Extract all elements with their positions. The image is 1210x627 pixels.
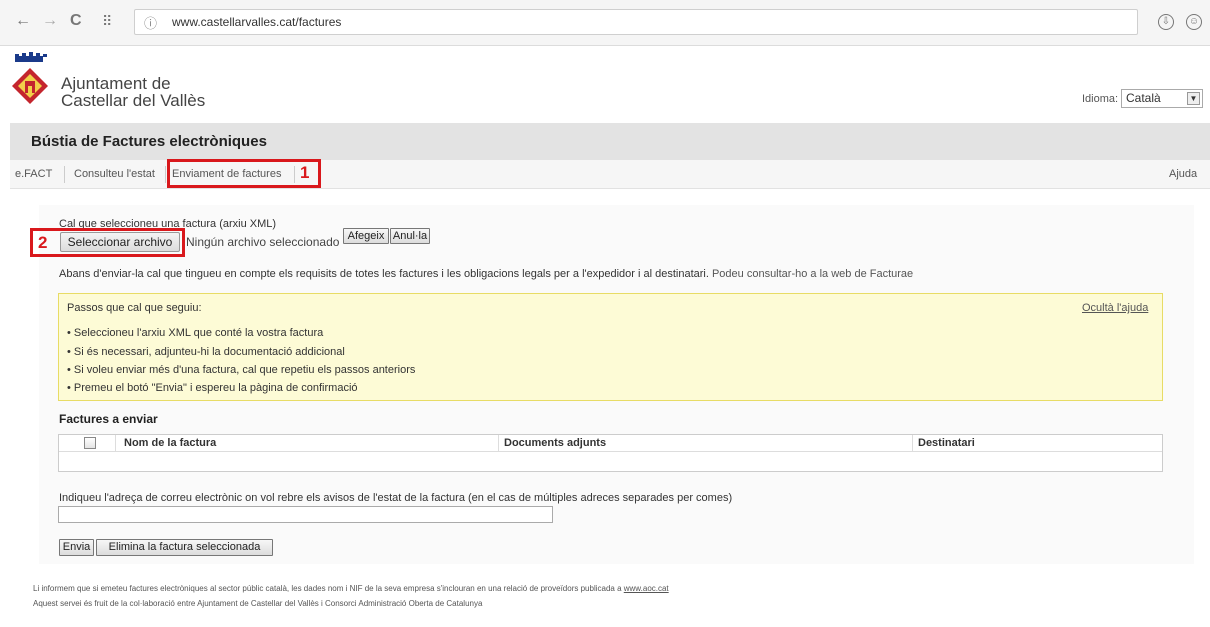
step-marker-2: 2 — [38, 233, 48, 252]
footer-line2: Aquest servei és fruit de la col·laborac… — [33, 599, 483, 608]
column-divider — [498, 435, 499, 452]
invoices-section-title: Factures a enviar — [59, 412, 158, 426]
tab-divider — [64, 166, 65, 183]
help-item: • Si voleu enviar més d'una factura, cal… — [67, 364, 416, 376]
tab-efact[interactable]: e.FACT — [15, 168, 52, 180]
language-label: Idioma: — [1082, 93, 1119, 105]
url-text: www.castellarvalles.cat/factures — [172, 15, 342, 29]
column-divider — [115, 435, 116, 452]
cancel-button[interactable]: Anul·la — [390, 228, 430, 244]
select-all-checkbox[interactable] — [84, 437, 96, 449]
download-icon[interactable]: ⇩ — [1158, 14, 1174, 30]
highlight-box-1 — [167, 159, 321, 188]
org-name-line2: Castellar del Vallès — [61, 91, 206, 110]
notice-body: Abans d'enviar-la cal que tingueu en com… — [59, 268, 709, 280]
add-button[interactable]: Afegeix — [343, 228, 389, 244]
tab-consulteu-estat[interactable]: Consulteu l'estat — [74, 168, 155, 180]
aoc-link[interactable]: www.aoc.cat — [624, 584, 669, 593]
facturae-link[interactable]: Podeu consultar-ho a la web de Facturae — [712, 268, 913, 280]
help-item: • Seleccioneu l'arxiu XML que conté la v… — [67, 327, 324, 339]
municipal-crest-icon — [12, 52, 48, 104]
footer-line1: Li informem que si emeteu factures elect… — [33, 584, 622, 593]
column-header-name: Nom de la factura — [124, 437, 217, 449]
footer-notice: Li informem que si emeteu factures elect… — [33, 584, 669, 593]
email-label: Indiqueu l'adreça de correu electrònic o… — [59, 492, 733, 504]
delete-selected-button[interactable]: Elimina la factura seleccionada — [96, 539, 273, 556]
site-info-icon[interactable]: ⓘ — [144, 13, 157, 32]
help-item: • Premeu el botó "Envia" i espereu la pà… — [67, 382, 358, 394]
page-title: Bústia de Factures electròniques — [31, 133, 267, 150]
column-header-recipient: Destinatari — [918, 437, 975, 449]
select-file-button[interactable]: Seleccionar archivo — [60, 232, 180, 252]
tab-divider — [165, 166, 166, 183]
hide-help-link[interactable]: Ocultà l'ajuda — [1082, 302, 1148, 314]
column-header-attachments: Documents adjunts — [504, 437, 607, 449]
back-icon[interactable]: ← — [15, 11, 31, 31]
language-selected-value: Català — [1126, 91, 1161, 105]
step-marker-1: 1 — [300, 163, 310, 182]
email-field[interactable] — [58, 506, 553, 523]
help-title: Passos que cal que seguiu: — [67, 302, 202, 314]
user-icon[interactable]: ☺ — [1186, 14, 1202, 30]
help-item: • Si és necessari, adjunteu-hi la docume… — [67, 346, 345, 358]
column-divider — [912, 435, 913, 452]
forward-icon[interactable]: → — [42, 11, 58, 31]
language-select[interactable]: Català ▼ — [1121, 89, 1203, 108]
table-header — [59, 435, 1162, 452]
reload-icon[interactable]: C — [70, 11, 82, 31]
notice-text: Abans d'enviar-la cal que tingueu en com… — [59, 268, 913, 280]
apps-icon[interactable]: ⠿ — [102, 11, 112, 31]
help-tab[interactable]: Ajuda — [1169, 168, 1197, 180]
send-button[interactable]: Envia — [59, 539, 94, 556]
no-file-text: Ningún archivo seleccionado — [186, 235, 340, 249]
chevron-down-icon: ▼ — [1187, 92, 1200, 105]
